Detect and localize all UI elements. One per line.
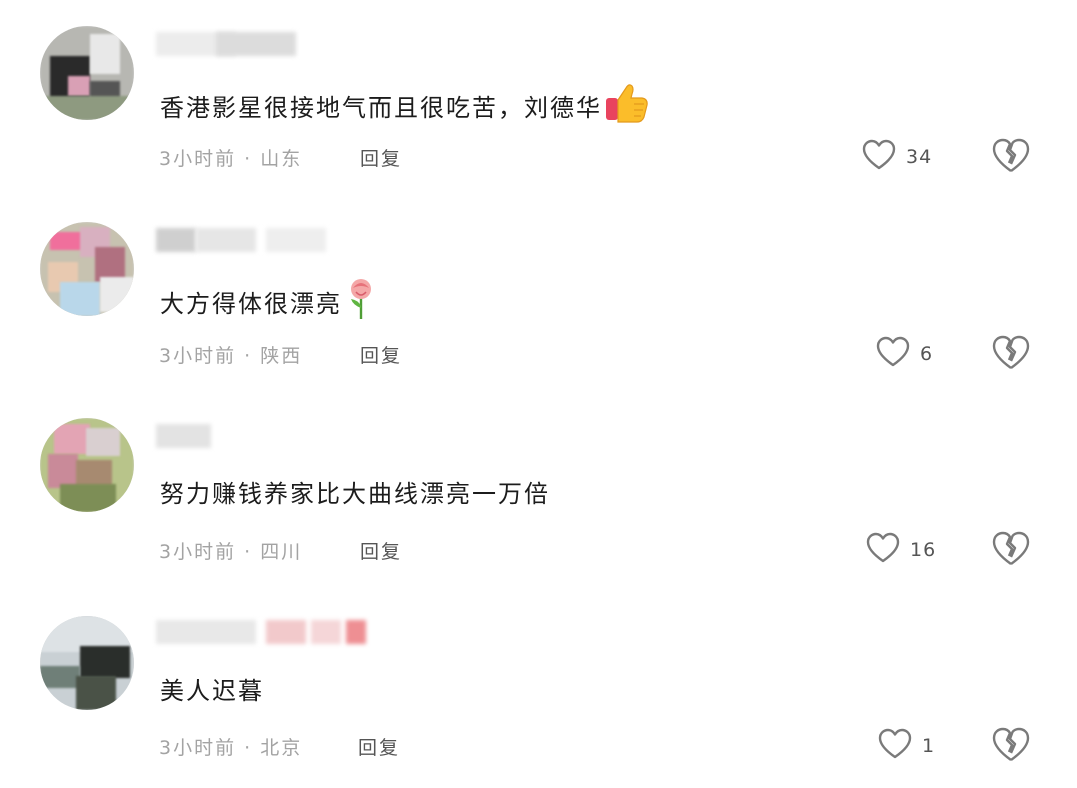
location: 北京 [260, 737, 303, 759]
reply-button[interactable]: 回复 [358, 733, 400, 760]
like-count: 34 [906, 146, 933, 168]
comment-text: 香港影星很接地气而且很吃苦，刘德华 [160, 82, 650, 134]
username[interactable] [156, 424, 396, 448]
username[interactable] [156, 228, 396, 252]
separator: · [236, 737, 261, 759]
location: 四川 [260, 541, 303, 563]
like-button[interactable]: 1 [878, 728, 935, 764]
avatar[interactable] [40, 222, 134, 316]
dislike-button[interactable] [992, 727, 1030, 763]
reply-button[interactable]: 回复 [360, 537, 402, 564]
heart-icon [876, 336, 910, 372]
like-count: 1 [922, 735, 936, 757]
heart-icon [878, 728, 912, 764]
reply-button[interactable]: 回复 [360, 341, 402, 368]
comment-text-content: 香港影星很接地气而且很吃苦，刘德华 [160, 94, 602, 122]
broken-heart-icon [992, 727, 1030, 767]
comment-item: 大方得体很漂亮 3小时前 · 陕西 回复 6 [0, 196, 1077, 392]
dislike-button[interactable] [992, 138, 1030, 174]
like-button[interactable]: 34 [862, 139, 932, 175]
separator: · [236, 541, 261, 563]
reply-button[interactable]: 回复 [360, 144, 402, 171]
separator: · [236, 148, 261, 170]
broken-heart-icon [992, 138, 1030, 178]
like-button[interactable]: 6 [876, 336, 933, 372]
comment-text-content: 美人迟暮 [160, 677, 264, 705]
broken-heart-icon [992, 531, 1030, 571]
comment-text: 美人迟暮 [160, 673, 264, 709]
comment-meta: 3小时前 · 山东 [159, 144, 302, 171]
comment-meta: 3小时前 · 四川 [159, 537, 302, 564]
rose-emoji-icon [344, 278, 378, 330]
location: 山东 [260, 148, 303, 170]
dislike-button[interactable] [992, 531, 1030, 567]
location: 陕西 [260, 345, 303, 367]
avatar[interactable] [40, 418, 134, 512]
timestamp: 3小时前 [159, 148, 237, 170]
like-button[interactable]: 16 [866, 532, 936, 568]
comment-meta: 3小时前 · 陕西 [159, 341, 302, 368]
comment-item: 香港影星很接地气而且很吃苦，刘德华 3小时前 · 山东 回复 34 [0, 0, 1077, 196]
like-count: 16 [910, 539, 937, 561]
avatar[interactable] [40, 26, 134, 120]
timestamp: 3小时前 [159, 541, 237, 563]
timestamp: 3小时前 [159, 345, 237, 367]
comment-text: 大方得体很漂亮 [160, 278, 378, 330]
comment-item: 努力赚钱养家比大曲线漂亮一万倍 3小时前 · 四川 回复 16 [0, 392, 1077, 588]
comment-item: 美人迟暮 3小时前 · 北京 回复 1 [0, 588, 1077, 784]
like-count: 6 [920, 343, 934, 365]
broken-heart-icon [992, 335, 1030, 375]
username[interactable] [156, 32, 396, 56]
separator: · [236, 345, 261, 367]
heart-icon [866, 532, 900, 568]
comment-meta: 3小时前 · 北京 [159, 733, 302, 760]
timestamp: 3小时前 [159, 737, 237, 759]
comment-text-content: 努力赚钱养家比大曲线漂亮一万倍 [160, 480, 550, 508]
heart-icon [862, 139, 896, 175]
avatar[interactable] [40, 616, 134, 710]
thumbs-up-emoji-icon [604, 82, 650, 134]
comment-text-content: 大方得体很漂亮 [160, 290, 342, 318]
comment-text: 努力赚钱养家比大曲线漂亮一万倍 [160, 476, 550, 512]
dislike-button[interactable] [992, 335, 1030, 371]
username[interactable] [156, 620, 396, 644]
